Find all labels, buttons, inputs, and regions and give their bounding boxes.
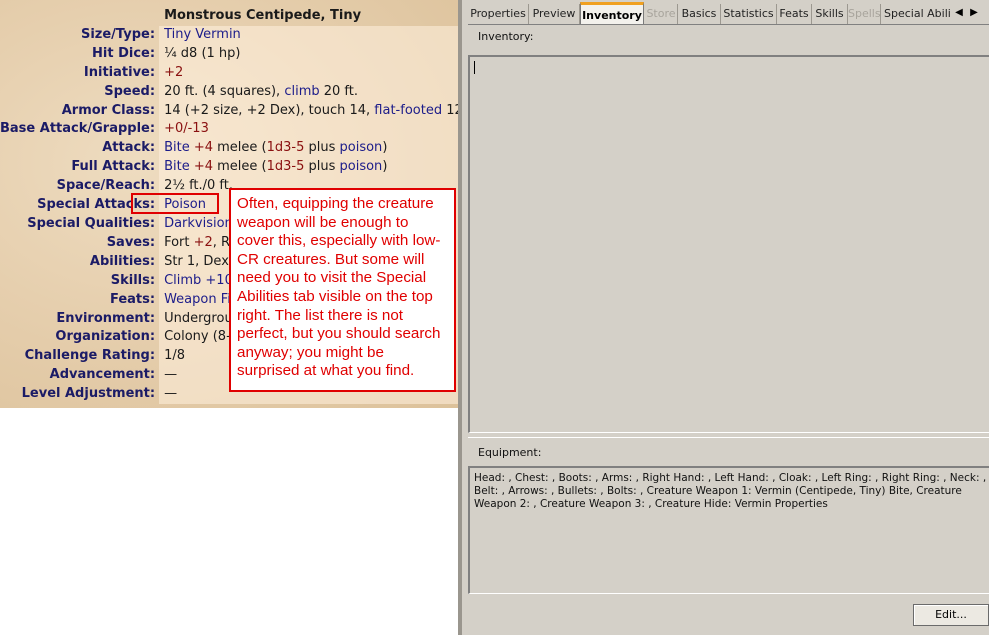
- equipment-header: Equipment:: [468, 437, 989, 464]
- stat-label: Saves:: [106, 234, 156, 250]
- climb-link[interactable]: climb: [284, 84, 319, 99]
- stat-row-initiative: Initiative: +2: [0, 63, 463, 83]
- poison-link[interactable]: poison: [340, 140, 383, 155]
- initiative-value[interactable]: +2: [164, 65, 183, 80]
- poison-highlight-box: [131, 193, 219, 214]
- equipment-text-area[interactable]: Head: , Chest: , Boots: , Arms: , Right …: [468, 466, 989, 594]
- base-attack-value[interactable]: +0/-13: [164, 121, 209, 136]
- stat-label: Organization:: [55, 329, 156, 345]
- stat-label: Size/Type:: [80, 26, 156, 42]
- skills-link[interactable]: Climb +10,: [164, 273, 237, 288]
- speed-value: 20 ft. (4 squares), climb 20 ft.: [159, 82, 463, 102]
- editor-panel: Properties Preview Inventory Store Basic…: [458, 0, 989, 635]
- equipment-label: Equipment:: [478, 446, 542, 459]
- stat-row-attack: Attack: Bite +4 melee (1d3-5 plus poison…: [0, 139, 463, 159]
- stat-label: Environment:: [56, 310, 156, 326]
- tab-inventory[interactable]: Inventory: [580, 2, 644, 24]
- stat-label: Feats:: [109, 291, 156, 307]
- stat-label: Abilities:: [89, 253, 156, 269]
- stat-row-hit-dice: Hit Dice: ¼ d8 (1 hp): [0, 44, 463, 64]
- armor-class-value: 14 (+2 size, +2 Dex), touch 14, flat-foo…: [159, 101, 463, 121]
- tab-statistics[interactable]: Statistics: [721, 4, 777, 24]
- stat-label: Hit Dice:: [92, 45, 156, 61]
- edit-button[interactable]: Edit...: [913, 604, 989, 626]
- annotation-callout: Often, equipping the creature weapon wil…: [229, 188, 456, 392]
- tab-properties[interactable]: Properties: [468, 4, 529, 24]
- tab-feats[interactable]: Feats: [777, 4, 812, 24]
- size-type-link[interactable]: Tiny Vermin: [164, 27, 241, 42]
- hit-dice-value: ¼ d8 (1 hp): [159, 44, 463, 64]
- full-attack-value: Bite +4 melee (1d3-5 plus poison): [159, 158, 463, 178]
- stat-label: Challenge Rating:: [24, 348, 156, 364]
- stat-row-size-type: Size/Type: Tiny Vermin: [0, 25, 463, 45]
- stat-label: Attack:: [102, 140, 156, 156]
- stat-label: Base Attack/Grapple:: [0, 121, 156, 137]
- creature-stat-block: Monstrous Centipede, Tiny Size/Type: Tin…: [0, 0, 463, 408]
- stat-label: Advancement:: [49, 367, 156, 383]
- tab-scroll-right-icon[interactable]: ▶: [967, 5, 981, 21]
- stat-label: Skills:: [110, 272, 156, 288]
- stat-row-armor-class: Armor Class: 14 (+2 size, +2 Dex), touch…: [0, 101, 463, 121]
- stat-label: Speed:: [104, 83, 156, 99]
- tab-basics[interactable]: Basics: [678, 4, 721, 24]
- bite-link[interactable]: Bite: [164, 140, 190, 155]
- stat-row-full-attack: Full Attack: Bite +4 melee (1d3-5 plus p…: [0, 158, 463, 178]
- bite-link[interactable]: Bite: [164, 159, 190, 174]
- tab-scroll-left-icon[interactable]: ◀: [952, 5, 966, 21]
- stat-row-speed: Speed: 20 ft. (4 squares), climb 20 ft.: [0, 82, 463, 102]
- stat-label: Full Attack:: [71, 159, 156, 175]
- stat-label: Level Adjustment:: [21, 386, 156, 402]
- text-caret: [474, 61, 475, 74]
- stat-title-row: Monstrous Centipede, Tiny: [0, 7, 463, 26]
- flat-footed-link[interactable]: flat-footed: [374, 103, 442, 118]
- stat-label: Initiative:: [83, 64, 156, 80]
- tab-spells: Spells: [848, 4, 881, 24]
- feats-link[interactable]: Weapon Fi: [164, 292, 231, 307]
- creature-name: Monstrous Centipede, Tiny: [164, 8, 362, 23]
- tab-special-abilities[interactable]: Special Abili: [881, 4, 950, 24]
- stat-label: Special Qualities:: [27, 215, 156, 231]
- tab-store: Store: [645, 4, 678, 24]
- stat-row-base-attack: Base Attack/Grapple: +0/-13: [0, 120, 463, 140]
- inventory-label: Inventory:: [478, 30, 534, 43]
- stat-label: Armor Class:: [61, 102, 156, 118]
- inventory-text-area[interactable]: [468, 55, 989, 433]
- poison-link[interactable]: poison: [340, 159, 383, 174]
- attack-value: Bite +4 melee (1d3-5 plus poison): [159, 139, 463, 159]
- tab-bar: Properties Preview Inventory Store Basic…: [468, 2, 989, 25]
- darkvision-link[interactable]: Darkvision: [164, 216, 233, 231]
- tab-preview[interactable]: Preview: [529, 4, 580, 24]
- tab-skills[interactable]: Skills: [812, 4, 848, 24]
